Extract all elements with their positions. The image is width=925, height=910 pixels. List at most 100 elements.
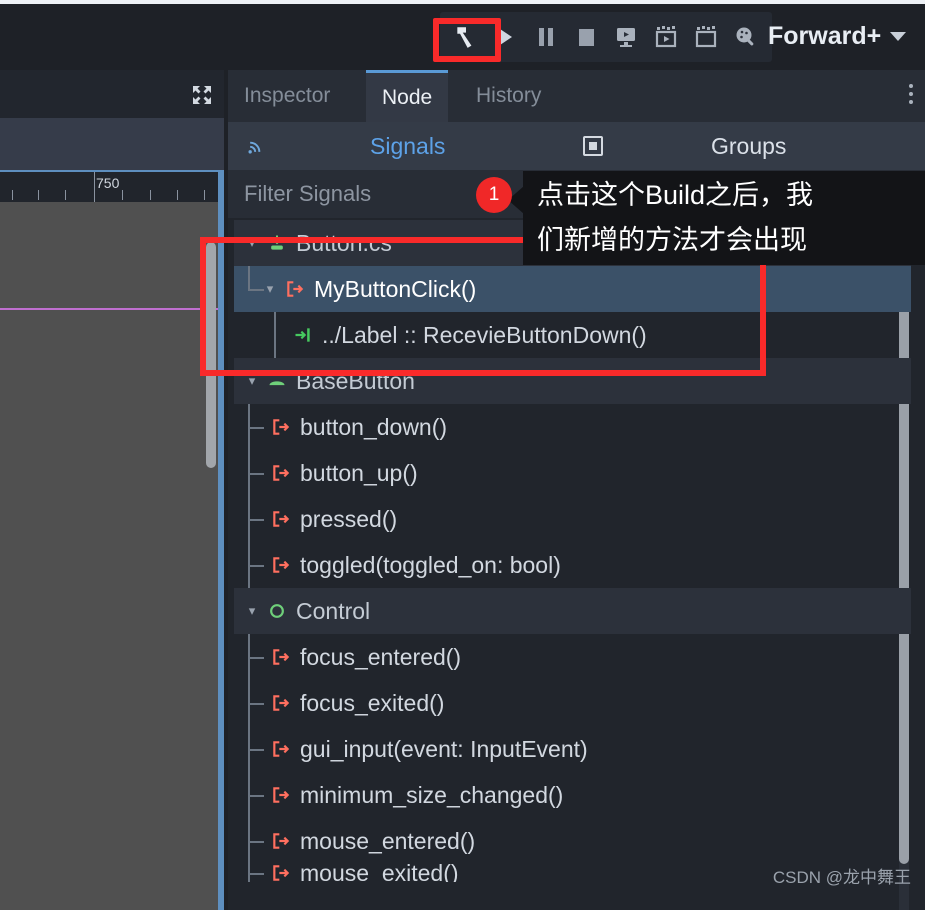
tree-signal-focus-entered[interactable]: focus_entered() [234,634,911,680]
remote-debug-button[interactable] [606,17,646,57]
annotation-callout: 点击这个Build之后，我 们新增的方法才会出现 [523,171,925,265]
tree-connection-label-recevie-button-down[interactable]: ../Label :: RecevieButtonDown() [234,312,911,358]
tree-signal-toggled[interactable]: toggled(toggled_on: bool) [234,542,911,588]
tree-signal-focus-exited-label: focus_exited() [300,689,445,716]
tree-signal-button-down[interactable]: button_down() [234,404,911,450]
tab-node-label: Node [382,85,433,109]
tree-signal-pressed[interactable]: pressed() [234,496,911,542]
ruler-tick-label: 750 [96,175,120,191]
main-toolbar: Forward+ [0,4,925,70]
tree-signal-gui-input-label: gui_input(event: InputEvent) [300,735,588,762]
tab-history-label: History [476,84,542,107]
tree-branch-line [234,404,268,450]
signal-icon [268,864,294,882]
tree-branch-line [234,818,268,864]
tree-signal-minimum-size-changed[interactable]: minimum_size_changed() [234,772,911,818]
group-square-icon[interactable] [583,136,603,156]
signal-wave-icon [248,141,261,154]
monitor-play-icon [617,28,635,47]
play-scene-button[interactable] [646,17,686,57]
annotation-badge-1: 1 [476,177,512,213]
viewport-canvas[interactable] [0,202,218,910]
renderer-button[interactable] [726,17,766,57]
expand-arrows-icon[interactable] [190,83,214,107]
subtab-groups[interactable]: Groups [711,133,786,160]
tree-signal-mybuttonclick[interactable]: ▾ MyButtonClick() [234,266,911,312]
movie-play-icon [655,26,677,48]
tree-signal-mouse-exited-label: mouse_exited() [300,864,459,882]
tree-branch-line [260,312,294,358]
subtab-signals[interactable]: Signals [370,133,445,160]
annotation-callout-line2: 们新增的方法才会出现 [537,225,807,255]
viewport-header [0,70,224,118]
tree-signal-mybuttonclick-label: MyButtonClick() [314,275,477,302]
stop-button[interactable] [566,17,606,57]
tree-branch-line [234,496,268,542]
tree-signal-gui-input[interactable]: gui_input(event: InputEvent) [234,726,911,772]
app-window: Forward+ 750 Inspector Node History Sign… [0,0,925,910]
dock-tabstrip: Inspector Node History [228,70,925,122]
renderer-label[interactable]: Forward+ [768,22,881,51]
kebab-menu-icon[interactable] [909,84,913,104]
hammer-icon [457,27,472,48]
signal-icon [268,647,294,667]
watermark: CSDN @龙中舞王 [772,868,911,887]
filter-signals-input[interactable]: Filter Signals [244,181,371,207]
tree-section-button-cs-label: Button.cs [296,229,392,256]
tree-connection-label: ../Label :: RecevieButtonDown() [322,321,647,348]
annotation-callout-line1: 点击这个Build之后，我 [537,180,814,210]
tree-signal-focus-exited[interactable]: focus_exited() [234,680,911,726]
subtab-signals-label: Signals [370,133,446,159]
tree-signal-mouse-entered-label: mouse_entered() [300,827,476,854]
tree-branch-line [234,634,268,680]
viewport-vertical-scrollbar[interactable] [206,242,216,468]
build-button[interactable] [446,17,486,57]
tree-branch-line [234,266,268,312]
tree-branch-line [234,680,268,726]
tree-signal-minimum-size-changed-label: minimum_size_changed() [300,781,564,808]
viewport-ruler: 750 [0,170,224,204]
viewport-panel: 750 [0,70,224,910]
signal-icon [268,509,294,529]
tree-signal-pressed-label: pressed() [300,505,398,532]
stop-icon [578,28,594,46]
tree-section-control[interactable]: ▾ Control [234,588,911,634]
viewport-guide-line [0,308,218,310]
play-custom-scene-button[interactable] [686,17,726,57]
tree-signal-focus-entered-label: focus_entered() [300,643,462,670]
viewport-toolbar-strip [0,118,224,170]
tab-node[interactable]: Node [366,70,449,122]
tab-inspector[interactable]: Inspector [228,70,346,122]
tree-signal-button-up[interactable]: button_up() [234,450,911,496]
tree-section-basebutton-label: BaseButton [296,367,415,394]
dock-subtabs: Signals Groups [228,122,925,170]
viewport-selection-border [218,170,224,910]
run-toolbar-group [440,12,772,62]
signal-icon [268,555,294,575]
tree-branch-line [234,772,268,818]
tab-history[interactable]: History [460,70,557,122]
tab-inspector-label: Inspector [244,84,331,107]
tree-branch-line [234,450,268,496]
tree-signal-mouse-entered[interactable]: mouse_entered() [234,818,911,864]
pause-icon [539,28,553,46]
movie-stop-icon [695,26,717,48]
tree-signal-toggled-label: toggled(toggled_on: bool) [300,551,561,578]
tree-section-basebutton[interactable]: ▾ BaseButton [234,358,911,404]
tree-branch-line [234,726,268,772]
chevron-down-icon[interactable]: ▾ [244,235,260,251]
chevron-down-icon[interactable]: ▾ [244,603,260,619]
chevron-down-icon[interactable] [890,32,906,41]
run-button[interactable] [486,17,526,57]
script-green-icon [264,233,290,253]
subtab-groups-label: Groups [711,133,787,159]
basebutton-green-icon [264,371,290,391]
tree-branch-line [234,864,268,882]
signal-icon [268,831,294,851]
signals-tree[interactable]: ▾ Button.cs ▾ MyButtonClick() ../Label:… [234,220,911,910]
palette-icon [736,27,754,46]
pause-button[interactable] [526,17,566,57]
signal-icon [268,463,294,483]
chevron-down-icon[interactable]: ▾ [244,373,260,389]
signal-icon [282,279,308,299]
